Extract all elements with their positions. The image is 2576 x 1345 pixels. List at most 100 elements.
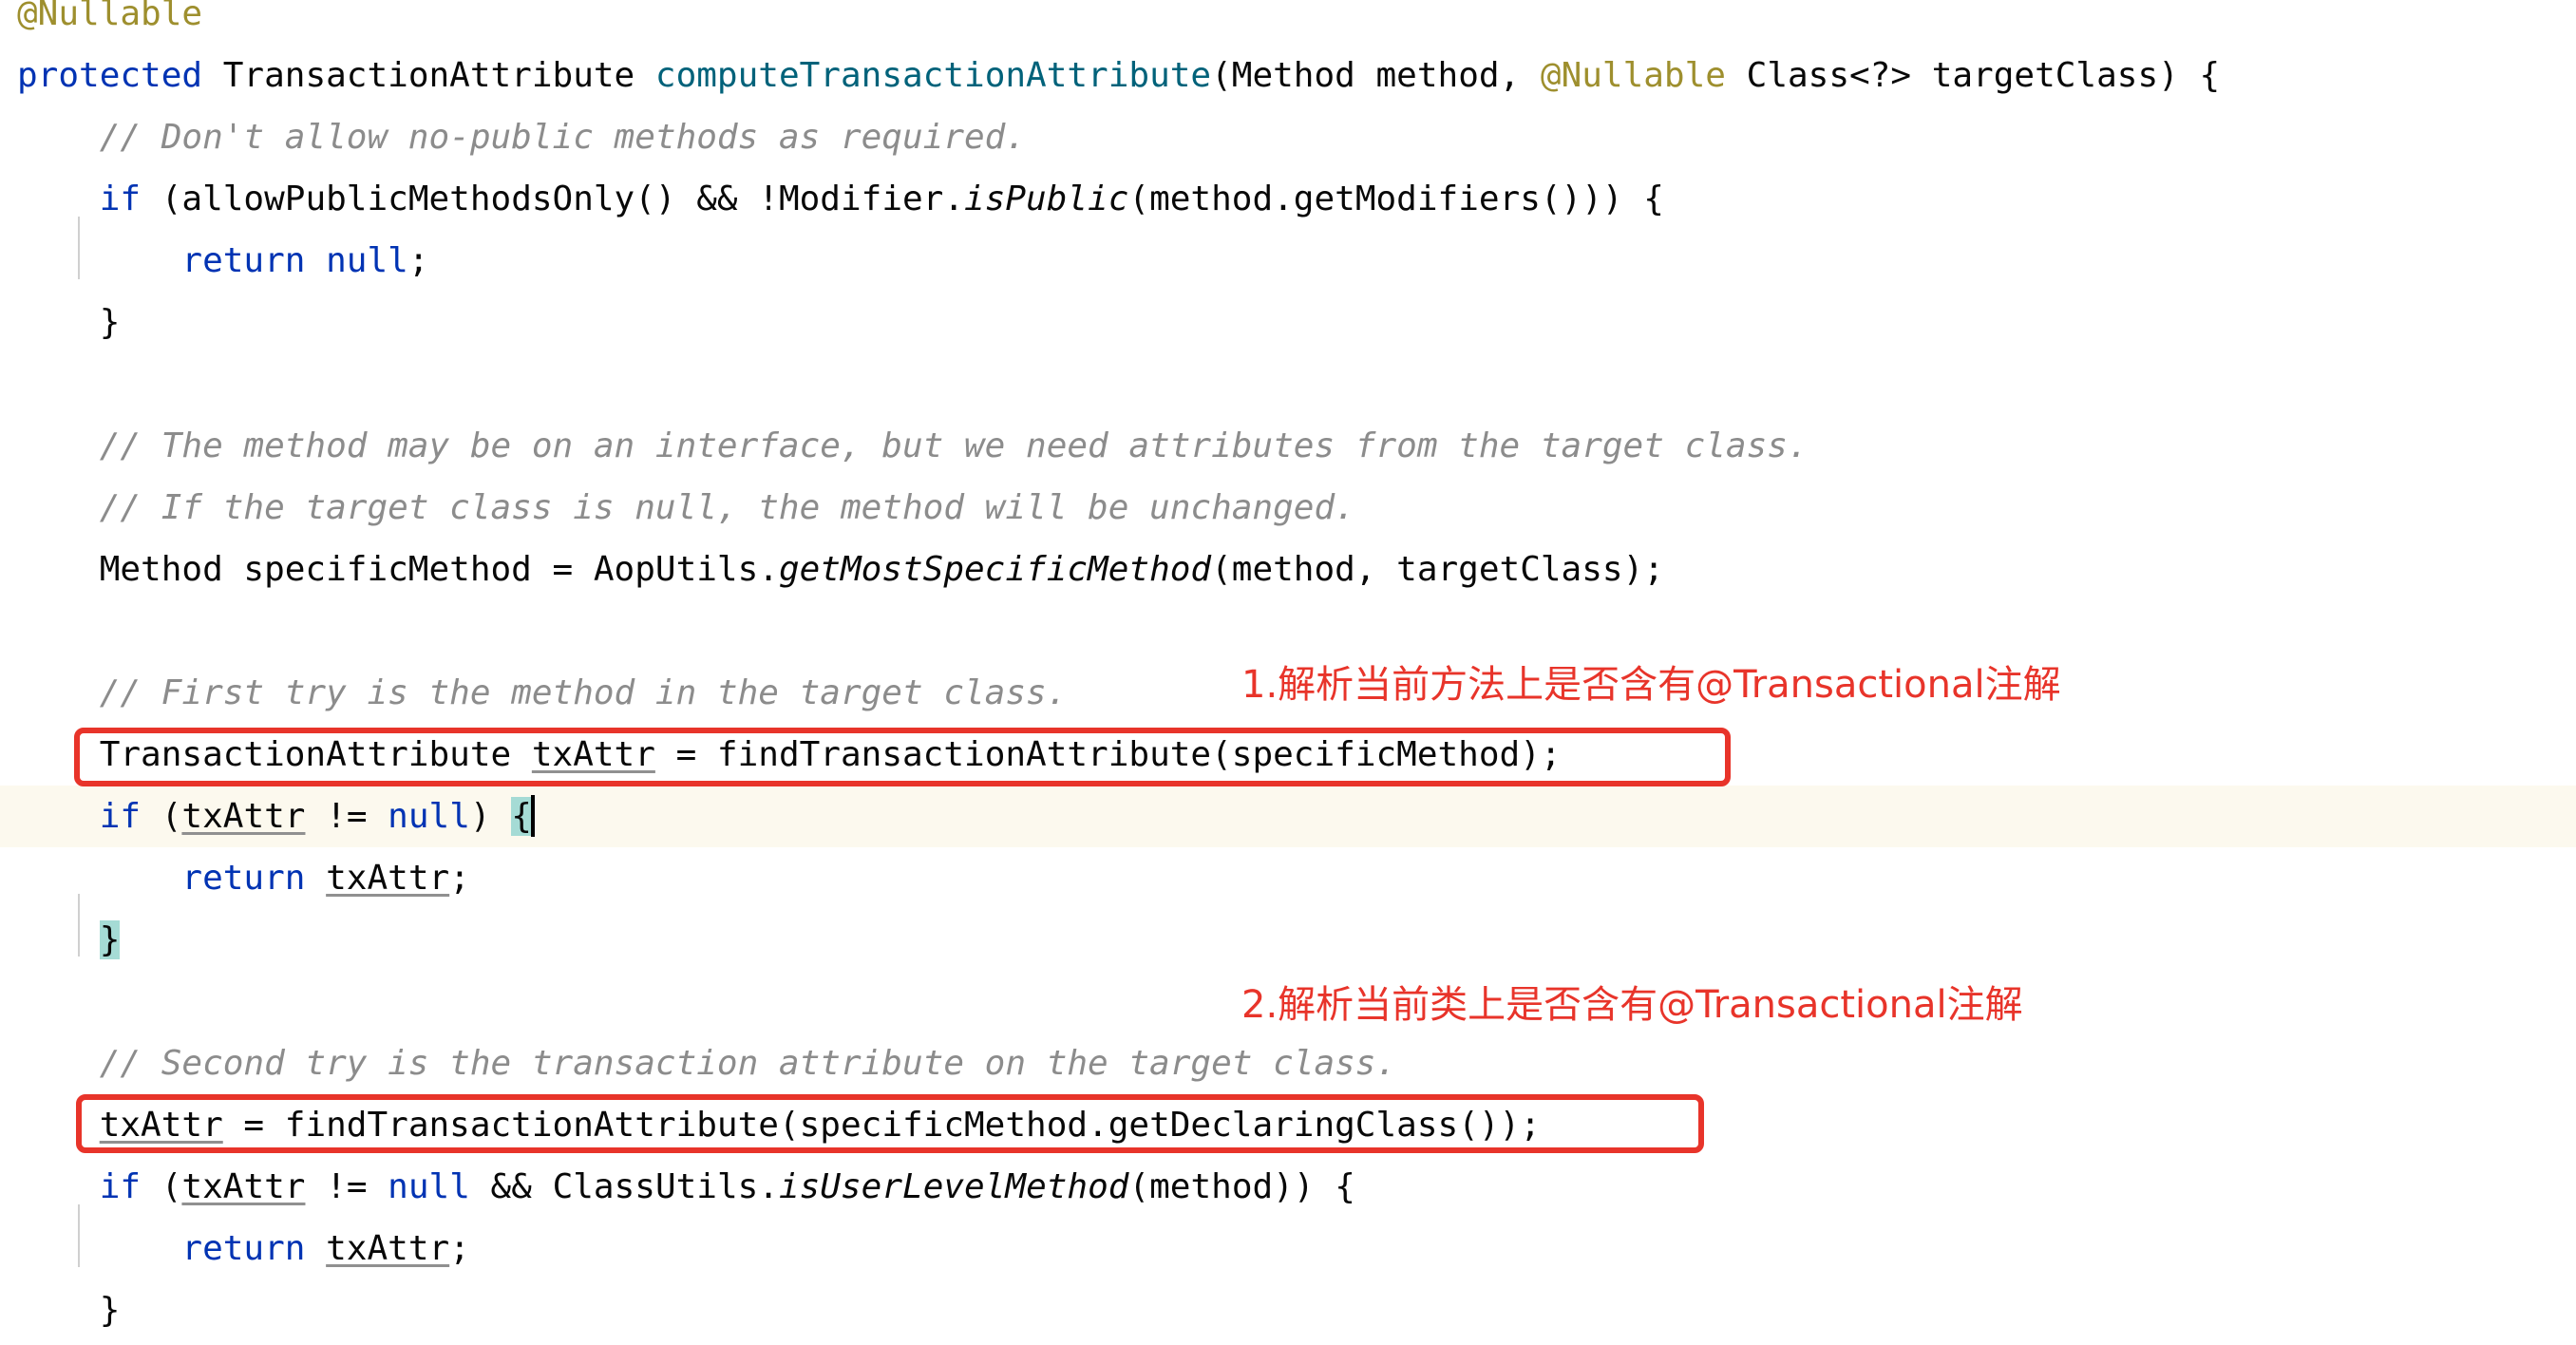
code-line[interactable] [0, 353, 2576, 415]
matched-brace: } [99, 920, 121, 959]
code-token-anno: @Nullable [17, 0, 203, 33]
code-token-plain: } [17, 303, 121, 342]
code-line-text: // Don't allow no-public methods as requ… [0, 106, 1026, 168]
code-line[interactable]: } [0, 1279, 2576, 1341]
code-line-text: if (txAttr != null && ClassUtils.isUserL… [0, 1156, 1355, 1218]
indent-guide [78, 1204, 80, 1267]
code-token-kw: return [181, 859, 306, 898]
code-token-kw: return [181, 1229, 306, 1268]
code-line-text: } [0, 1279, 121, 1341]
code-token-plain: && ClassUtils. [469, 1167, 779, 1206]
code-line[interactable]: return txAttr; [0, 1218, 2576, 1279]
code-line[interactable]: return txAttr; [0, 847, 2576, 909]
code-line-text: return null; [0, 230, 429, 292]
code-line[interactable]: protected TransactionAttribute computeTr… [0, 45, 2576, 106]
code-token-kw: null [388, 1167, 470, 1206]
code-line[interactable]: if (allowPublicMethodsOnly() && !Modifie… [0, 168, 2576, 230]
code-line-text: } [0, 292, 121, 353]
code-line[interactable]: @Nullable [0, 0, 2576, 45]
code-line[interactable]: } [0, 909, 2576, 971]
indent-guide [78, 217, 80, 279]
code-line-text: txAttr = findTransactionAttribute(specif… [0, 1094, 1541, 1156]
annotation-label-1: 1.解析当前方法上是否含有@Transactional注解 [1241, 663, 2061, 707]
code-token-kw: if [99, 1167, 142, 1206]
code-line-text: // First try is the method in the target… [0, 662, 1068, 724]
code-token-plain: (allowPublicMethodsOnly() && !Modifier. [141, 180, 965, 218]
code-token-plain: ( [141, 1167, 182, 1206]
code-line[interactable]: if (txAttr != null && ClassUtils.isUserL… [0, 1156, 2576, 1218]
indent-guide [78, 894, 80, 957]
code-line[interactable]: TransactionAttribute txAttr = findTransa… [0, 724, 2576, 786]
code-line[interactable]: Method specificMethod = AopUtils.getMost… [0, 539, 2576, 600]
code-token-meth: computeTransactionAttribute [654, 56, 1212, 95]
text-caret [530, 795, 535, 837]
code-line-text: // If the target class is null, the meth… [0, 477, 1355, 539]
code-line[interactable]: // If the target class is null, the meth… [0, 477, 2576, 539]
code-token-cmt: // First try is the method in the target… [17, 673, 1068, 712]
code-token-ital: isUserLevelMethod [778, 1167, 1129, 1206]
code-line-text: if (txAttr != null) { [0, 786, 535, 847]
code-line-text: protected TransactionAttribute computeTr… [0, 45, 2220, 106]
code-token-plain: } [17, 1291, 121, 1330]
code-line[interactable]: return null; [0, 230, 2576, 292]
code-token-plain: = findTransactionAttribute(specificMetho… [222, 1106, 1541, 1145]
code-line-text: } [0, 909, 121, 971]
code-token-plain: (method, targetClass); [1211, 550, 1664, 589]
code-token-plain: != [305, 797, 388, 836]
code-token-plain: = findTransactionAttribute(specificMetho… [654, 735, 1562, 774]
code-line[interactable]: txAttr = findTransactionAttribute(specif… [0, 1094, 2576, 1156]
code-token-plain: ; [449, 1229, 470, 1268]
code-token-plain: (Method method, [1211, 56, 1541, 95]
code-token-kw: null [388, 797, 470, 836]
matched-brace: { [511, 797, 532, 836]
code-line-text: return txAttr; [0, 847, 470, 909]
code-token-plain: ; [407, 241, 429, 280]
code-token-field: txAttr [99, 1106, 223, 1145]
annotation-label-2: 2.解析当前类上是否含有@Transactional注解 [1241, 983, 2023, 1027]
code-line[interactable]: // Second try is the transaction attribu… [0, 1032, 2576, 1094]
code-line-text: @Nullable [0, 0, 202, 45]
code-token-ital: getMostSpecificMethod [778, 550, 1212, 589]
code-token-plain: ) [469, 797, 512, 836]
code-line-text: if (allowPublicMethodsOnly() && !Modifie… [0, 168, 1664, 230]
code-token-cmt: // Don't allow no-public methods as requ… [17, 118, 1027, 157]
code-line-text: Method specificMethod = AopUtils.getMost… [0, 539, 1664, 600]
code-token-kw: return null [181, 241, 408, 280]
code-token-plain: != [305, 1167, 388, 1206]
code-line-text: TransactionAttribute txAttr = findTransa… [0, 724, 1562, 786]
code-token-cmt: // The method may be on an interface, bu… [17, 426, 1809, 465]
code-line-text: // The method may be on an interface, bu… [0, 415, 1809, 477]
code-line-text: return txAttr; [0, 1218, 470, 1279]
code-token-plain: Class<?> targetClass) { [1725, 56, 2221, 95]
code-token-kw: protected [17, 56, 223, 95]
code-token-ital: isPublic [964, 180, 1129, 218]
code-token-field: txAttr [531, 735, 655, 774]
code-token-field: txAttr [181, 797, 306, 836]
code-token-field: txAttr [326, 1229, 450, 1268]
code-token-field: txAttr [326, 859, 450, 898]
code-token-plain: (method.getModifiers())) { [1128, 180, 1664, 218]
code-token-plain: TransactionAttribute [222, 56, 655, 95]
code-token-cmt: // Second try is the transaction attribu… [17, 1044, 1397, 1083]
code-token-plain: ( [141, 797, 182, 836]
code-token-kw: if [99, 797, 142, 836]
code-line[interactable]: if (txAttr != null) { [0, 786, 2576, 847]
code-line[interactable]: // Don't allow no-public methods as requ… [0, 106, 2576, 168]
code-token-cmt: // If the target class is null, the meth… [17, 488, 1355, 527]
code-token-plain: TransactionAttribute [17, 735, 532, 774]
code-line[interactable] [0, 600, 2576, 662]
code-line[interactable]: } [0, 292, 2576, 353]
code-token-field: txAttr [181, 1167, 306, 1206]
code-token-plain: (method)) { [1128, 1167, 1355, 1206]
code-line[interactable]: // The method may be on an interface, bu… [0, 415, 2576, 477]
code-token-plain: ; [449, 859, 470, 898]
